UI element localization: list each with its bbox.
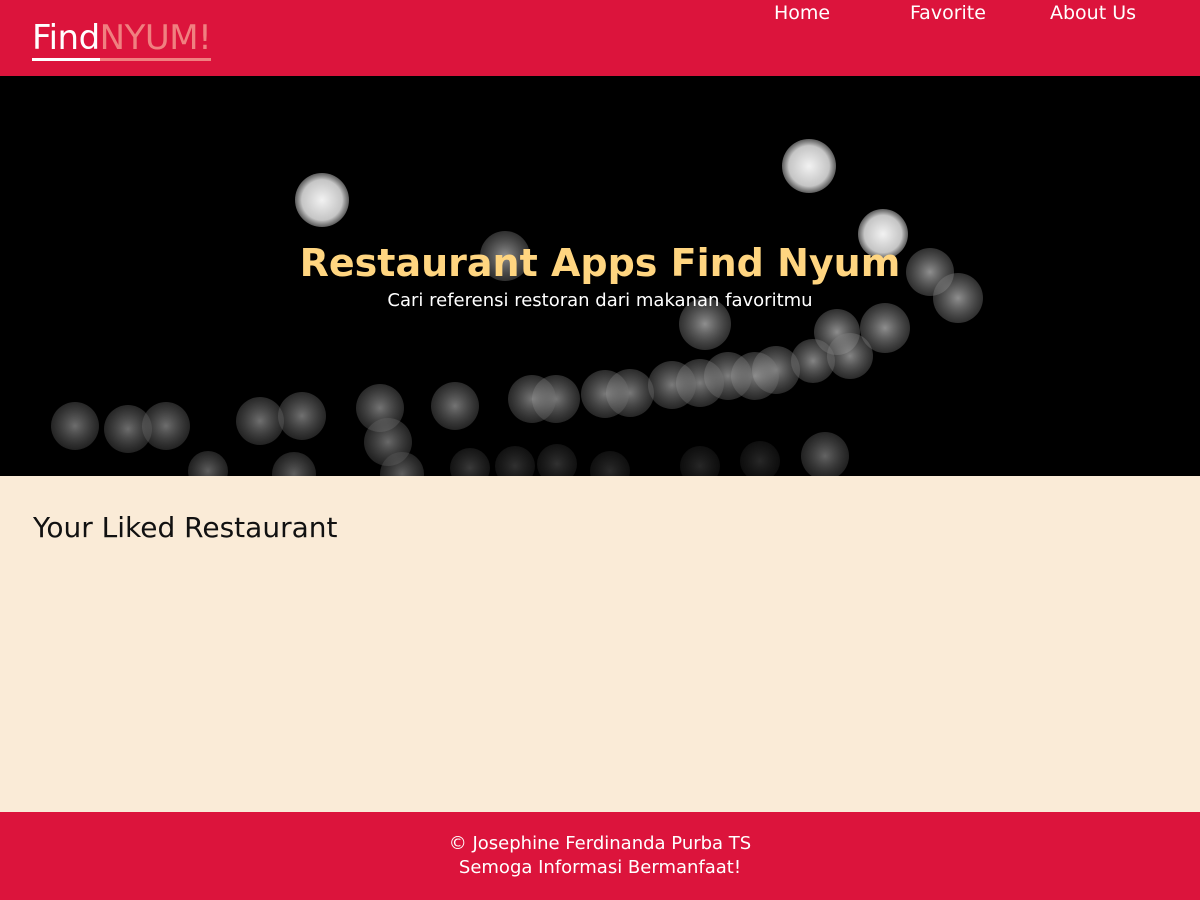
footer-copyright: © Josephine Ferdinanda Purba TS bbox=[448, 833, 752, 854]
nav-about-us[interactable]: About Us bbox=[1050, 0, 1136, 26]
nav-home[interactable]: Home bbox=[774, 0, 830, 26]
footer-tagline: Semoga Informasi Bermanfaat! bbox=[458, 857, 742, 878]
hero-subtitle: Cari referensi restoran dari makanan fav… bbox=[387, 290, 813, 311]
logo-text-nyum: NYUM! bbox=[99, 18, 212, 58]
hero-banner: Restaurant Apps Find Nyum Cari referensi… bbox=[0, 76, 1200, 476]
nav-favorite[interactable]: Favorite bbox=[910, 0, 986, 26]
hero-title: Restaurant Apps Find Nyum bbox=[299, 241, 901, 285]
footer: © Josephine Ferdinanda Purba TS Semoga I… bbox=[0, 812, 1200, 900]
main-content: Your Liked Restaurant bbox=[0, 476, 1200, 812]
logo-text-find: Find bbox=[32, 18, 100, 61]
liked-restaurant-heading: Your Liked Restaurant bbox=[33, 511, 338, 544]
app-bar: FindNYUM! Home Favorite About Us bbox=[0, 0, 1200, 76]
logo-link[interactable]: FindNYUM! bbox=[32, 18, 212, 61]
